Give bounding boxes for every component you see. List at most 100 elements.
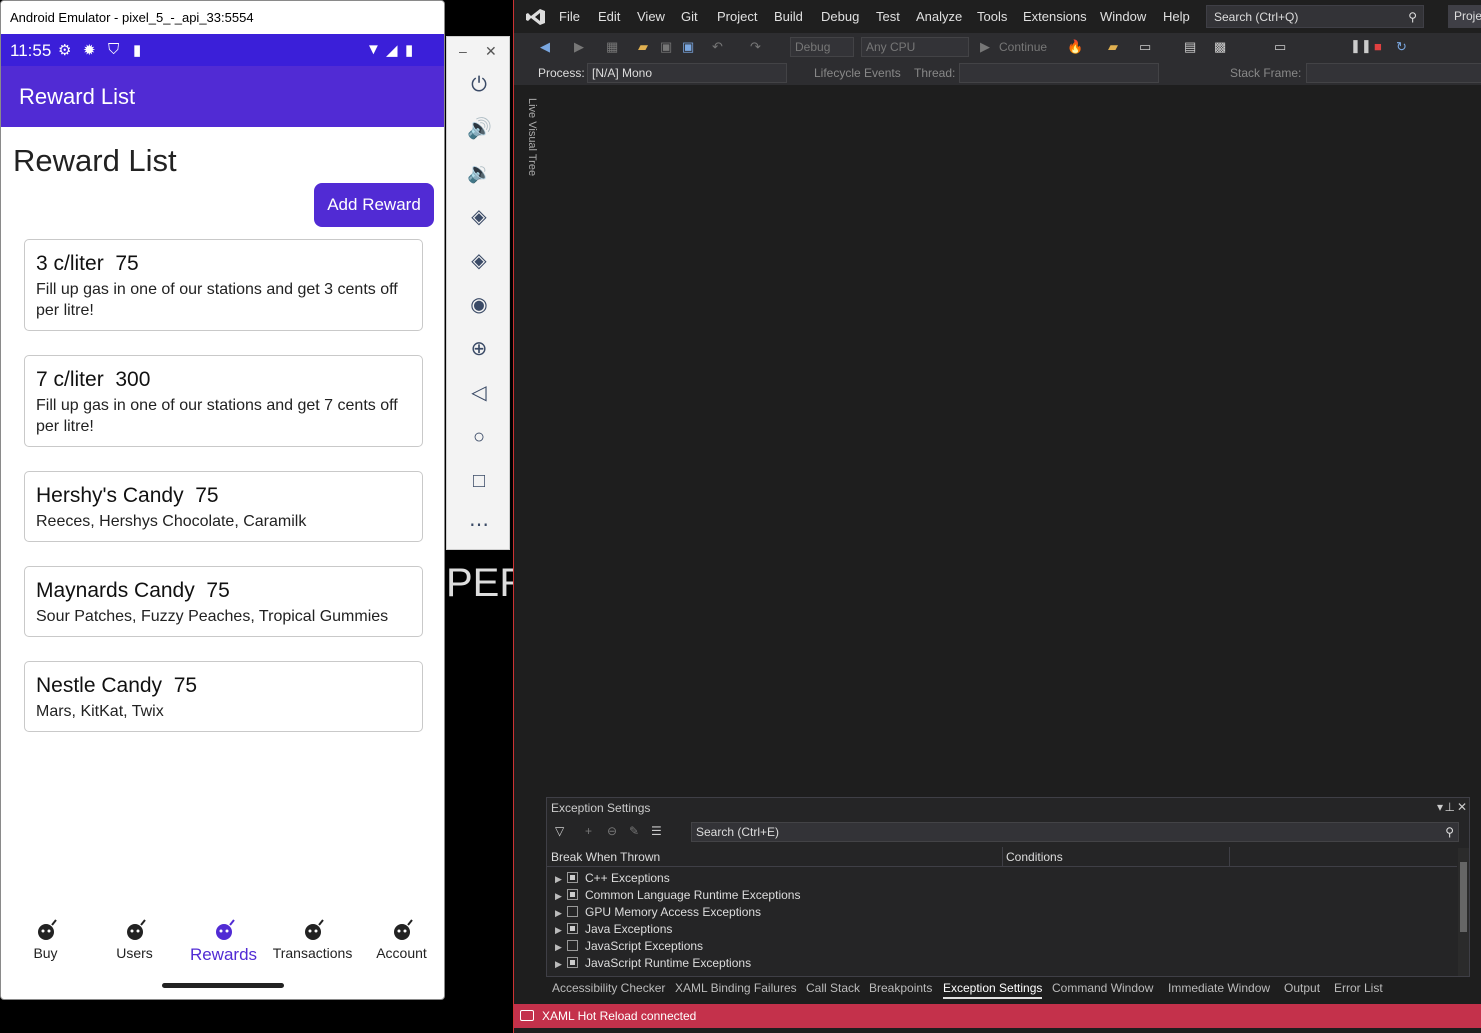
menu-analyze[interactable]: Analyze: [916, 9, 962, 24]
exception-checkbox[interactable]: [567, 957, 578, 968]
monitor-icon[interactable]: ▭: [1274, 39, 1286, 55]
exception-checkbox[interactable]: [567, 923, 578, 934]
home-gesture-bar[interactable]: [162, 983, 284, 988]
folder-icon[interactable]: ▰: [1108, 39, 1118, 55]
expand-icon[interactable]: ▶: [555, 956, 567, 973]
nav-item-rewards[interactable]: Rewards: [179, 911, 268, 965]
lifecycle-events-button[interactable]: Lifecycle Events: [814, 66, 901, 80]
add-icon[interactable]: +: [585, 824, 592, 838]
screenshot-icon[interactable]: ▩: [1214, 39, 1226, 55]
menu-extensions[interactable]: Extensions: [1023, 9, 1087, 24]
exception-row[interactable]: ▶ Common Language Runtime Exceptions: [555, 887, 800, 904]
redo-icon[interactable]: ↷: [750, 39, 761, 55]
exception-checkbox[interactable]: [567, 872, 578, 883]
continue-button[interactable]: Continue: [999, 40, 1047, 54]
new-project-icon[interactable]: ▦: [606, 39, 618, 55]
exception-search-input[interactable]: Search (Ctrl+E) ⚲: [691, 822, 1459, 842]
volume-up-icon[interactable]: 🔊: [467, 117, 492, 141]
menu-window[interactable]: Window: [1100, 9, 1146, 24]
nav-item-transactions[interactable]: Transactions: [268, 911, 357, 961]
menu-debug[interactable]: Debug: [821, 9, 859, 24]
configuration-select[interactable]: Debug: [790, 37, 854, 57]
tab-breakpoints[interactable]: Breakpoints: [869, 981, 932, 995]
overview-icon[interactable]: □: [467, 469, 491, 493]
menu-view[interactable]: View: [637, 9, 665, 24]
remove-icon[interactable]: ⊖: [607, 824, 617, 838]
menu-edit[interactable]: Edit: [598, 9, 620, 24]
continue-icon[interactable]: ▶: [980, 39, 990, 55]
close-icon[interactable]: ✕: [485, 43, 497, 60]
exception-row[interactable]: ▶ Java Exceptions: [555, 921, 672, 938]
forward-navigate-icon[interactable]: ▶: [574, 39, 584, 55]
exception-checkbox[interactable]: [567, 940, 578, 951]
camera-icon[interactable]: ◉: [467, 293, 491, 317]
live-visual-tree-tab[interactable]: Live Visual Tree: [522, 98, 538, 188]
tab-output[interactable]: Output: [1284, 981, 1320, 995]
menu-build[interactable]: Build: [774, 9, 803, 24]
scrollbar-thumb[interactable]: [1460, 862, 1467, 932]
rotate-left-icon[interactable]: ◈: [467, 205, 491, 229]
window-layout-icon[interactable]: ▭: [1139, 39, 1151, 55]
save-icon[interactable]: ▣: [660, 39, 672, 55]
nav-item-users[interactable]: Users: [90, 911, 179, 961]
device-icon[interactable]: ▤: [1184, 39, 1196, 55]
tab-xaml-binding-failures[interactable]: XAML Binding Failures: [675, 981, 797, 995]
reward-card[interactable]: Hershy's Candy 75 Reeces, Hershys Chocol…: [24, 471, 423, 542]
process-select[interactable]: [N/A] Mono: [587, 63, 787, 83]
expand-icon[interactable]: ▶: [555, 922, 567, 939]
reward-card[interactable]: Maynards Candy 75 Sour Patches, Fuzzy Pe…: [24, 566, 423, 637]
restart-icon[interactable]: ↻: [1396, 39, 1407, 55]
menu-file[interactable]: File: [559, 9, 580, 24]
edit-icon[interactable]: ✎: [629, 824, 639, 838]
exception-row[interactable]: ▶ JavaScript Runtime Exceptions: [555, 955, 751, 972]
add-reward-button[interactable]: Add Reward: [314, 183, 434, 227]
tab-exception-settings[interactable]: Exception Settings: [943, 981, 1043, 999]
close-panel-icon[interactable]: ✕: [1457, 800, 1467, 814]
volume-down-icon[interactable]: 🔉: [467, 161, 492, 185]
column-conditions[interactable]: Conditions: [1002, 847, 1063, 867]
exception-row[interactable]: ▶ GPU Memory Access Exceptions: [555, 904, 761, 921]
home-icon[interactable]: ○: [467, 425, 491, 449]
nav-item-buy[interactable]: Buy: [1, 911, 90, 961]
stop-icon[interactable]: ■: [1374, 39, 1382, 54]
menu-project[interactable]: Project: [717, 9, 757, 24]
expand-icon[interactable]: ▶: [555, 888, 567, 905]
rotate-right-icon[interactable]: ◈: [467, 249, 491, 273]
hot-reload-icon[interactable]: 🔥: [1067, 39, 1083, 55]
more-icon[interactable]: ⋯: [467, 513, 491, 537]
back-navigate-icon[interactable]: ◀: [540, 39, 550, 55]
hot-reload-status-icon[interactable]: [520, 1010, 534, 1021]
status-text[interactable]: XAML Hot Reload connected: [542, 1009, 696, 1023]
menu-git[interactable]: Git: [681, 9, 698, 24]
menu-help[interactable]: Help: [1163, 9, 1190, 24]
expand-icon[interactable]: ▶: [555, 939, 567, 956]
pause-icon[interactable]: ❚❚: [1350, 38, 1372, 54]
platform-select[interactable]: Any CPU: [861, 37, 969, 57]
tab-error-list[interactable]: Error List: [1334, 981, 1383, 995]
expand-icon[interactable]: ▶: [555, 905, 567, 922]
open-file-icon[interactable]: ▰: [638, 39, 648, 55]
zoom-icon[interactable]: ⊕: [467, 337, 491, 361]
exception-row[interactable]: ▶ C++ Exceptions: [555, 870, 670, 887]
power-icon[interactable]: ⏻: [467, 73, 491, 97]
undo-icon[interactable]: ↶: [712, 39, 723, 55]
vs-search-input[interactable]: Search (Ctrl+Q) ⚲: [1206, 5, 1424, 28]
tab-command-window[interactable]: Command Window: [1052, 981, 1153, 995]
restore-defaults-icon[interactable]: ☰: [651, 824, 662, 838]
menu-test[interactable]: Test: [876, 9, 900, 24]
stack-frame-select[interactable]: [1306, 63, 1481, 83]
expand-icon[interactable]: ▶: [555, 871, 567, 888]
menu-tools[interactable]: Tools: [977, 9, 1007, 24]
tab-immediate-window[interactable]: Immediate Window: [1168, 981, 1270, 995]
project-button[interactable]: Proje: [1448, 5, 1481, 28]
exception-checkbox[interactable]: [567, 906, 578, 917]
tab-call-stack[interactable]: Call Stack: [806, 981, 860, 995]
nav-item-account[interactable]: Account: [357, 911, 444, 961]
back-icon[interactable]: ◁: [467, 381, 491, 405]
pin-icon[interactable]: ⊥: [1445, 800, 1455, 814]
reward-card[interactable]: 7 c/liter 300 Fill up gas in one of our …: [24, 355, 423, 447]
column-break-when-thrown[interactable]: Break When Thrown: [551, 847, 660, 867]
tab-accessibility-checker[interactable]: Accessibility Checker: [552, 981, 665, 995]
reward-card[interactable]: 3 c/liter 75 Fill up gas in one of our s…: [24, 239, 423, 331]
minimize-icon[interactable]: –: [459, 43, 467, 59]
